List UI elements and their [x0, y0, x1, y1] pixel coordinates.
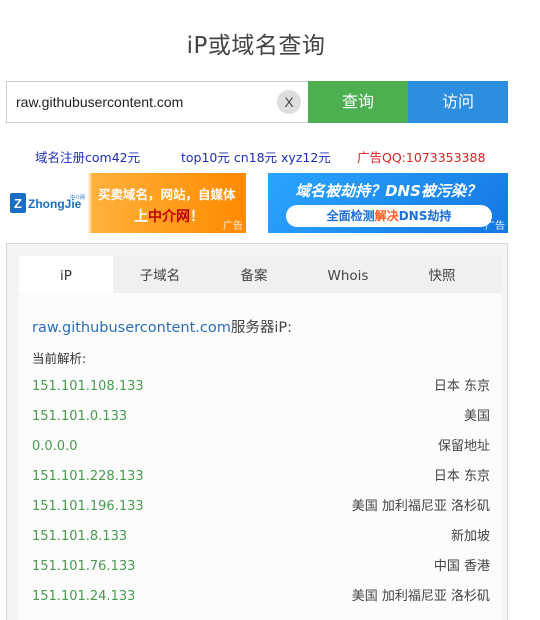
- ip-location: 中国 香港: [433, 559, 490, 574]
- ip-location: 美国: [463, 409, 490, 424]
- result-body: raw.githubusercontent.com服务器iP: 当前解析: 15…: [19, 293, 501, 620]
- ad-right-pill: 全面检测解决DNS劫持: [286, 205, 492, 227]
- ip-address[interactable]: 151.101.76.133: [32, 557, 135, 577]
- ip-location: 日本 东京: [433, 469, 490, 484]
- current-resolution-label: 当前解析:: [32, 351, 87, 366]
- ip-row: 151.101.228.133 日本 东京: [32, 467, 490, 497]
- zhongjie-logo: Z ZhongJie 中介网: [10, 193, 85, 213]
- ip-row: 151.101.196.133 美国 加利福尼亚 洛杉矶: [32, 497, 490, 527]
- ip-address[interactable]: 151.101.196.133: [32, 497, 144, 517]
- server-ip-title-suffix: 服务器iP:: [230, 320, 293, 336]
- ad-right-line1: 域名被劫持？DNS被污染？: [295, 182, 481, 200]
- tab-bar: iP 子域名 备案 Whois 快照: [19, 256, 501, 293]
- search-box: X: [6, 81, 308, 123]
- ad-left-line2-highlight: 中介网: [148, 209, 190, 225]
- ip-address[interactable]: 0.0.0.0: [32, 437, 77, 457]
- clear-button[interactable]: X: [277, 90, 301, 114]
- search-bar: X 查询 访问: [6, 81, 508, 123]
- zhongjie-logo-sub: 中介网: [70, 194, 85, 201]
- ad-left-line2: 上中介网！: [134, 206, 204, 226]
- ip-row: 151.101.24.133 美国 加利福尼亚 洛杉矶: [32, 587, 490, 617]
- server-domain-link[interactable]: raw.githubusercontent.com: [32, 320, 231, 336]
- tab-ip[interactable]: iP: [19, 256, 113, 293]
- ip-row: 151.101.76.133 中国 香港: [32, 557, 490, 587]
- ip-location: 保留地址: [437, 439, 490, 454]
- ip-address[interactable]: 151.101.228.133: [32, 467, 144, 487]
- tab-subdomain[interactable]: 子域名: [113, 256, 207, 293]
- ad-tag: 广告: [223, 221, 243, 232]
- tab-whois[interactable]: Whois: [301, 256, 395, 293]
- ad-banner-zhongjie[interactable]: Z ZhongJie 中介网 买卖域名，网站，自媒体 上中介网！ 广告: [6, 173, 246, 233]
- ad-banner-dns[interactable]: 域名被劫持？DNS被污染？ 全面检测解决DNS劫持 广告: [268, 173, 508, 233]
- ip-row: 151.101.0.133 美国: [32, 407, 490, 437]
- ad-left-line1: 买卖域名，网站，自媒体: [98, 187, 236, 202]
- ad-right-pill-highlight: 解决: [374, 209, 399, 223]
- ip-row: 151.101.108.133 日本 东京: [32, 377, 490, 407]
- ad-right-pill-prefix: 全面检测: [326, 209, 375, 223]
- tab-snapshot[interactable]: 快照: [395, 256, 489, 293]
- promo-link-ad-qq[interactable]: 广告QQ:1073353388: [357, 147, 485, 166]
- ip-address[interactable]: 151.101.24.133: [32, 587, 135, 607]
- search-input[interactable]: [7, 82, 308, 122]
- page-title: iP或域名查询: [186, 33, 326, 59]
- ip-location: 美国 加利福尼亚 洛杉矶: [351, 589, 490, 604]
- ip-location: 新加坡: [450, 529, 490, 544]
- ip-address[interactable]: 151.101.8.133: [32, 527, 127, 547]
- ip-location: 日本 东京: [433, 379, 490, 394]
- visit-button[interactable]: 访问: [408, 81, 508, 123]
- ad-left-line2-suffix: ！: [190, 209, 204, 225]
- svg-text:Z: Z: [14, 196, 22, 211]
- ip-address[interactable]: 151.101.108.133: [32, 377, 144, 397]
- ip-row: 0.0.0.0 保留地址: [32, 437, 490, 467]
- promo-link-tld-prices[interactable]: top10元 cn18元 xyz12元: [181, 147, 331, 166]
- ad-left-line2-prefix: 上: [134, 209, 148, 225]
- result-panel: iP 子域名 备案 Whois 快照 raw.githubusercontent…: [6, 243, 508, 620]
- tab-icp-record[interactable]: 备案: [207, 256, 301, 293]
- ip-location: 美国 加利福尼亚 洛杉矶: [351, 499, 490, 514]
- ad-right-pill-suffix: DNS劫持: [398, 209, 452, 223]
- promo-link-domain-register[interactable]: 域名注册com42元: [35, 147, 140, 166]
- ip-address[interactable]: 151.101.0.133: [32, 407, 127, 427]
- query-button[interactable]: 查询: [308, 81, 408, 123]
- promo-links: 域名注册com42元 top10元 cn18元 xyz12元 广告QQ:1073…: [0, 147, 540, 167]
- ip-row: 151.101.8.133 新加坡: [32, 527, 490, 557]
- ad-tag: 广告: [485, 221, 505, 232]
- server-ip-title: raw.githubusercontent.com服务器iP:: [32, 316, 292, 337]
